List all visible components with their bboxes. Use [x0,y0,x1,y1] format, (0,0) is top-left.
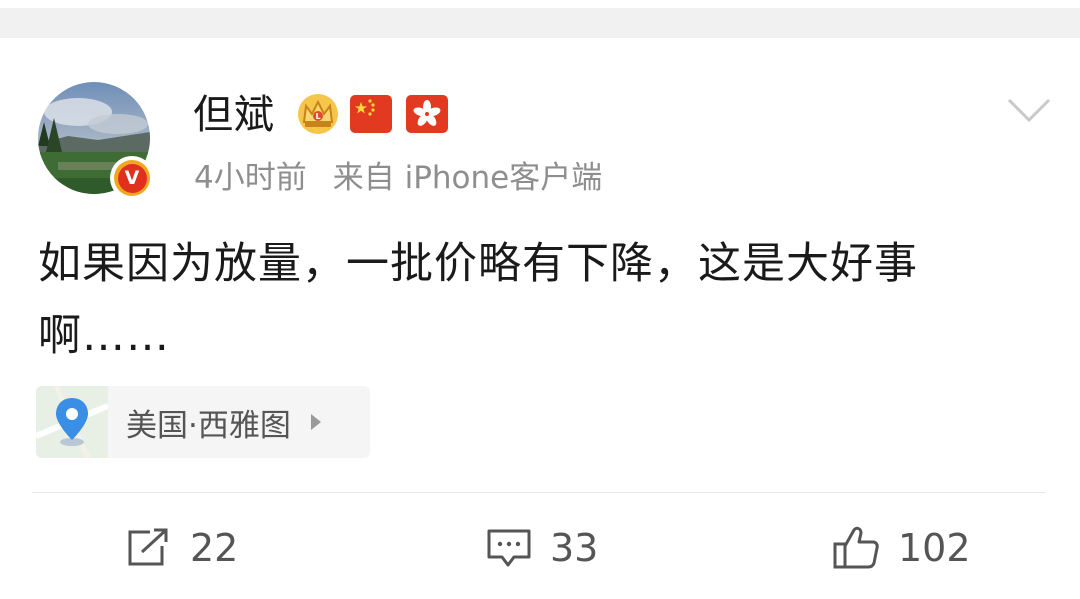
repost-count: 22 [190,526,239,570]
repost-icon [128,528,168,566]
author-name[interactable]: 但斌 [193,90,275,140]
svg-text:L: L [315,112,320,121]
location-chip[interactable]: 美国·西雅图 [36,386,370,458]
top-separator-bar [0,0,1080,38]
author-badges: L [296,92,462,136]
hong-kong-flag-icon [406,95,448,133]
location-label: 美国·西雅图 [126,407,291,444]
like-count: 102 [898,526,971,570]
like-button[interactable]: 102 [832,518,971,578]
location-map-thumbnail [36,386,110,458]
thumbs-up-icon [833,526,879,569]
comment-button[interactable]: 33 [486,518,598,578]
verified-badge-icon: V [110,156,154,200]
comment-icon [487,529,531,567]
chevron-right-icon [310,414,321,430]
weibo-post-card: V 但斌 L 4小时前 来自 iPhone客户端 如果因为放量，一批价略有下降，… [0,38,1080,599]
post-text: 如果因为放量，一批价略有下降，这是大好事啊…… [38,239,918,361]
post-time: 4小时前 [194,160,307,196]
comment-count: 33 [550,526,599,570]
divider [32,492,1046,493]
post-source: 来自 iPhone客户端 [332,160,603,196]
action-bar: 22 33 102 [0,518,1080,578]
china-flag-icon [350,95,392,133]
chevron-down-icon[interactable] [1006,96,1052,126]
post-meta: 4小时前 来自 iPhone客户端 [194,156,602,200]
crown-icon[interactable]: L [296,92,340,136]
location-pin-icon [36,386,110,458]
repost-button[interactable]: 22 [126,518,238,578]
